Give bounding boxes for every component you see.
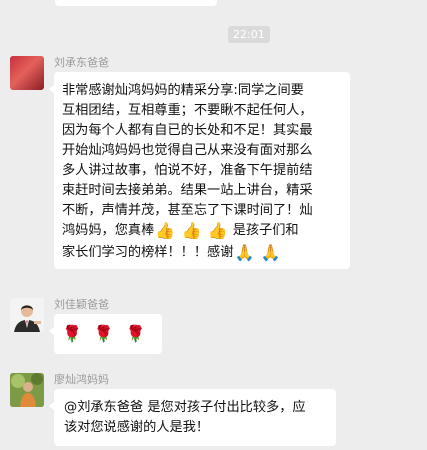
sender-name: 刘佳颖爸爸: [54, 298, 109, 311]
message-line: 互相团结，互相尊重；不要瞅不起任何人，: [62, 103, 313, 118]
message-line: 束赶时间去接弟弟。结果一站上讲台，精采: [62, 183, 313, 198]
previous-message-bubble[interactable]: [55, 0, 217, 6]
thumbs-up-icon: 👍: [207, 221, 228, 240]
message-text: 鸿妈妈，您真棒: [62, 223, 155, 238]
thumbs-up-icon: 👍: [181, 221, 202, 240]
message-line: 家长们学习的榜样！！！感谢🙏 🙏: [62, 243, 348, 263]
rose-icon: 🌹: [93, 324, 114, 343]
message-line: 多人讲过故事，怕说不好，准备下午提前结: [62, 163, 313, 178]
message-line: 该对您说感谢的人是我！: [64, 420, 210, 435]
message-line: @刘承东爸爸 是您对孩子付出比较多，应: [64, 400, 306, 415]
pray-icon: 🙏: [260, 243, 281, 262]
avatar[interactable]: [10, 56, 44, 90]
avatar[interactable]: [10, 373, 44, 407]
sender-name: 廖灿鸿妈妈: [54, 373, 109, 386]
thumbs-up-icon: 👍: [155, 221, 176, 240]
message-bubble[interactable]: @刘承东爸爸 是您对孩子付出比较多，应 该对您说感谢的人是我！: [49, 389, 336, 446]
message-line: 开始灿鸿妈妈也觉得自己从来没有面对那么: [62, 143, 313, 158]
person-icon: [10, 298, 44, 332]
message-line: 鸿妈妈，您真棒👍 👍 👍 是孩子们和: [62, 221, 348, 241]
timestamp: 22:01: [228, 26, 270, 43]
message-line: 不断，声情并茂，甚至忘了下课时间了！灿: [62, 203, 313, 218]
pray-icon: 🙏: [234, 243, 255, 262]
message-text: 是孩子们和: [232, 223, 299, 238]
message-bubble[interactable]: 非常感谢灿鸿妈妈的精采分享:同学之间要 互相团结，互相尊重；不要瞅不起任何人， …: [49, 72, 350, 269]
avatar[interactable]: [10, 298, 44, 332]
message-line: 非常感谢灿鸿妈妈的精采分享:同学之间要: [62, 83, 304, 98]
message-text: 家长们学习的榜样！！！感谢: [62, 245, 234, 260]
message-line: 因为每个人都有自已的长处和不足！其实最: [62, 123, 313, 138]
sender-name: 刘承东爸爸: [54, 56, 109, 69]
person-icon: [10, 373, 44, 407]
rose-icon: 🌹: [125, 324, 146, 343]
message-bubble[interactable]: 🌹 🌹 🌹: [49, 314, 162, 354]
rose-icon: 🌹: [62, 324, 82, 343]
